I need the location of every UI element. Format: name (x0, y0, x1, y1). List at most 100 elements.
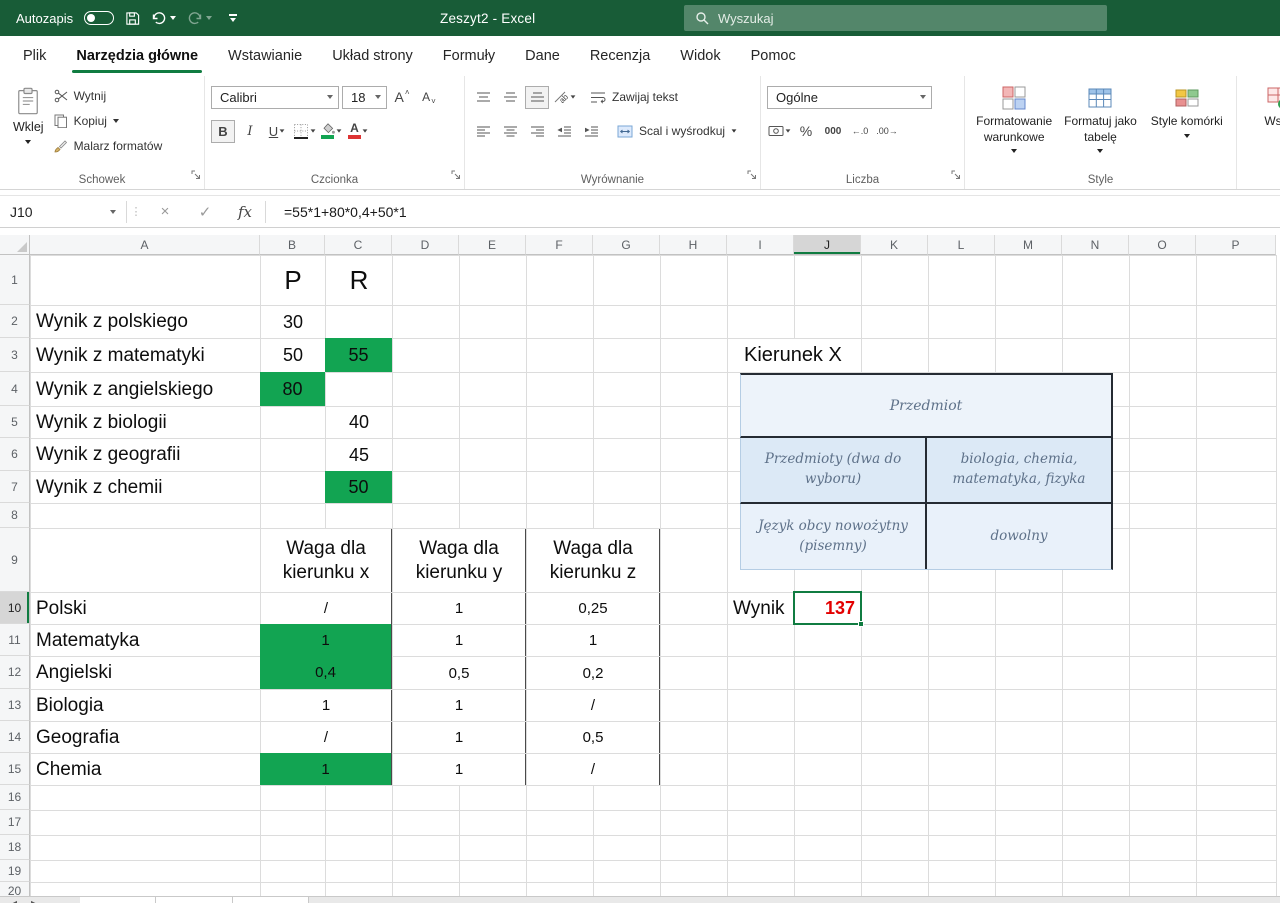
underline-dropdown-icon[interactable] (280, 129, 285, 132)
align-middle-button[interactable] (498, 86, 522, 109)
cell-B9[interactable]: Waga dla kierunku x (261, 529, 392, 592)
sheet-nav-right-icon[interactable]: ▸ (31, 898, 36, 903)
conditional-formatting-button[interactable]: Formatowanie warunkowe (971, 83, 1057, 153)
customize-qat-button[interactable] (229, 14, 237, 22)
row-header-1[interactable]: 1 (0, 255, 30, 305)
fill-color-dropdown-icon[interactable] (336, 129, 341, 132)
decrease-decimal-button[interactable]: .00→ (875, 120, 899, 143)
cell-A14[interactable]: Geografia (31, 722, 260, 753)
bold-button[interactable]: B (211, 120, 235, 143)
column-header-O[interactable]: O (1129, 235, 1196, 255)
cell-A2[interactable]: Wynik z polskiego (31, 306, 260, 338)
tab-formuly[interactable]: Formuły (428, 36, 510, 76)
tab-narzedzia-glowne[interactable]: Narzędzia główne (61, 36, 213, 76)
cut-button[interactable]: Wytnij (51, 83, 166, 108)
font-name-combo[interactable]: Calibri (211, 86, 339, 109)
column-header-J[interactable]: J (794, 235, 861, 255)
borders-dropdown-icon[interactable] (310, 129, 315, 132)
column-header-B[interactable]: B (260, 235, 325, 255)
spreadsheet-grid[interactable]: Przedmiot Przedmioty (dwa do wyboru) bio… (0, 235, 1280, 903)
orientation-dropdown-icon[interactable] (570, 95, 575, 98)
cell-D11[interactable]: 1 (393, 625, 526, 656)
redo-dropdown-icon[interactable] (206, 16, 212, 20)
row-header-8[interactable]: 8 (0, 503, 30, 528)
conditional-formatting-dropdown-icon[interactable] (1011, 149, 1017, 153)
cell-C7[interactable]: 50 (325, 471, 392, 503)
cell-B13[interactable]: 1 (261, 690, 392, 721)
format-as-table-button[interactable]: Formatuj jako tabelę (1057, 83, 1143, 153)
column-header-K[interactable]: K (861, 235, 928, 255)
font-color-button[interactable]: A (346, 120, 370, 143)
row-header-15[interactable]: 15 (0, 753, 30, 785)
row-header-14[interactable]: 14 (0, 721, 30, 753)
row-header-17[interactable]: 17 (0, 810, 30, 835)
cell-C3[interactable]: 55 (325, 338, 392, 372)
tab-uklad-strony[interactable]: Układ strony (317, 36, 428, 76)
row-header-6[interactable]: 6 (0, 438, 30, 471)
paste-button[interactable]: Wklej (6, 83, 51, 158)
cell-D13[interactable]: 1 (393, 690, 526, 721)
copy-button[interactable]: Kopiuj (51, 108, 166, 133)
column-header-H[interactable]: H (660, 235, 727, 255)
search-box[interactable]: Wyszukaj (684, 5, 1107, 31)
column-header-D[interactable]: D (392, 235, 459, 255)
cell-styles-dropdown-icon[interactable] (1184, 134, 1190, 138)
format-as-table-dropdown-icon[interactable] (1097, 149, 1103, 153)
cell-A7[interactable]: Wynik z chemii (31, 472, 260, 503)
tab-widok[interactable]: Widok (665, 36, 735, 76)
formula-input[interactable]: =55*1+80*0,4+50*1 (284, 204, 407, 220)
font-color-dropdown-icon[interactable] (363, 129, 368, 132)
paste-dropdown-icon[interactable] (25, 140, 31, 144)
cell-A10[interactable]: Polski (31, 593, 260, 624)
redo-button[interactable] (187, 10, 212, 26)
cell-B10[interactable]: / (261, 593, 392, 624)
wrap-text-button[interactable]: Zawijaj tekst (587, 85, 681, 110)
number-dialog-launcher-icon[interactable] (951, 167, 961, 185)
cell-styles-button[interactable]: Style komórki (1144, 83, 1230, 153)
cell-I10[interactable]: Wynik (728, 593, 794, 624)
cell-C5[interactable]: 40 (326, 407, 392, 438)
currency-format-button[interactable] (767, 120, 791, 143)
cell-F10[interactable]: 0,25 (527, 593, 660, 624)
tab-dane[interactable]: Dane (510, 36, 575, 76)
font-size-combo[interactable]: 18 (342, 86, 387, 109)
sheet-nav-arrows[interactable]: ◂▸ (0, 897, 80, 903)
select-all-corner[interactable] (0, 235, 30, 255)
cell-C6[interactable]: 45 (326, 439, 392, 471)
cell-F12[interactable]: 0,2 (527, 657, 660, 689)
cell-B2[interactable]: 30 (261, 306, 325, 338)
cancel-entry-button[interactable]: × (145, 203, 185, 220)
cell-B4[interactable]: 80 (260, 372, 325, 406)
row-header-3[interactable]: 3 (0, 338, 30, 372)
cell-B12[interactable]: 0,4 (260, 656, 392, 689)
row-header-12[interactable]: 12 (0, 656, 30, 689)
sheet-tab-arkusz1[interactable]: Arkusz1 (80, 897, 156, 903)
cell-B11[interactable]: 1 (260, 624, 392, 656)
column-header-M[interactable]: M (995, 235, 1062, 255)
undo-dropdown-icon[interactable] (170, 16, 176, 20)
confirm-entry-button[interactable]: ✓ (185, 203, 225, 221)
row-header-16[interactable]: 16 (0, 785, 30, 810)
percent-format-button[interactable]: % (794, 120, 818, 143)
autosave-toggle[interactable] (84, 11, 114, 25)
clipboard-dialog-launcher-icon[interactable] (191, 167, 201, 185)
increase-font-button[interactable]: A˄ (390, 86, 414, 109)
row-header-19[interactable]: 19 (0, 860, 30, 882)
cell-F14[interactable]: 0,5 (527, 722, 660, 753)
sheet-nav-left-icon[interactable]: ◂ (12, 898, 17, 903)
orientation-button[interactable]: ab (552, 86, 576, 109)
undo-button[interactable] (151, 10, 176, 26)
cell-A4[interactable]: Wynik z angielskiego (31, 373, 260, 406)
align-top-button[interactable] (471, 86, 495, 109)
alignment-dialog-launcher-icon[interactable] (747, 167, 757, 185)
tab-pomoc[interactable]: Pomoc (736, 36, 811, 76)
cell-F13[interactable]: / (527, 690, 660, 721)
cell-A15[interactable]: Chemia (31, 754, 260, 785)
cell-I3[interactable]: Kierunek X (728, 339, 861, 372)
row-header-18[interactable]: 18 (0, 835, 30, 860)
row-header-9[interactable]: 9 (0, 528, 30, 592)
row-header-13[interactable]: 13 (0, 689, 30, 721)
fill-color-button[interactable] (319, 120, 343, 143)
increase-indent-button[interactable] (579, 120, 603, 143)
cell-D12[interactable]: 0,5 (393, 657, 526, 689)
